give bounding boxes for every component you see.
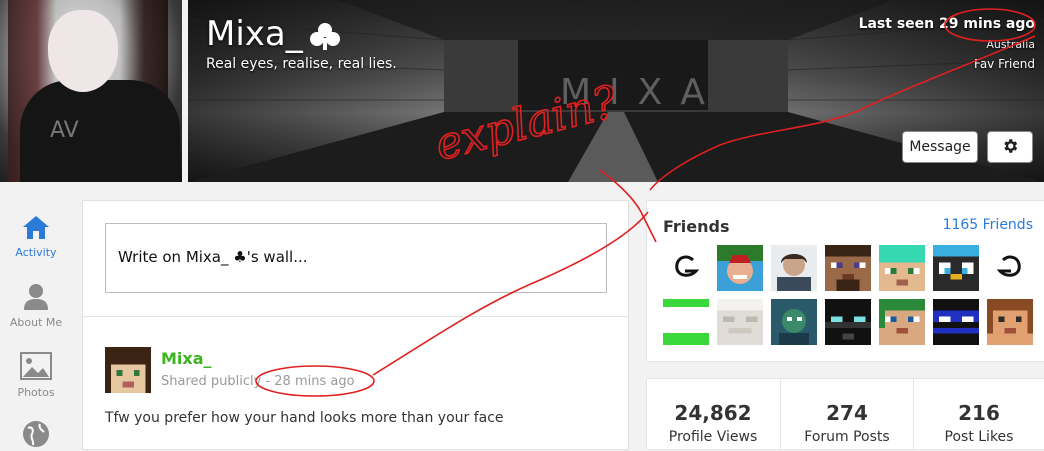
profile-avatar[interactable]: AV (0, 0, 182, 182)
avatar-shirt: AV (20, 80, 180, 182)
settings-button[interactable] (987, 131, 1033, 163)
cover-watermark: MIXA (560, 72, 723, 113)
profile-name: Mixa_ (206, 14, 341, 54)
image-icon (20, 352, 52, 380)
profile-tagline: Real eyes, realise, real lies. (206, 56, 397, 72)
friend-avatar[interactable] (825, 245, 871, 291)
friend-avatar[interactable] (717, 299, 763, 345)
globe-icon (23, 421, 49, 447)
feed-divider (83, 316, 628, 317)
stat-forum-posts: 274 Forum Posts (781, 379, 913, 449)
post-author-avatar[interactable] (105, 347, 151, 393)
nav-item-about-me[interactable]: About Me (0, 282, 72, 329)
friend-avatar[interactable] (771, 299, 817, 345)
stat-label: Profile Views (668, 429, 758, 445)
nav-label-activity: Activity (15, 246, 57, 259)
post-text: Tfw you prefer how your hand looks more … (105, 410, 504, 426)
friend-avatar[interactable] (825, 299, 871, 345)
friends-panel: Friends 1165 Friends (646, 200, 1044, 362)
post-author[interactable]: Mixa_ (161, 349, 212, 368)
friend-avatar[interactable] (933, 245, 979, 291)
left-nav: Activity About Me Photos (0, 200, 72, 448)
profile-name-text: Mixa_ (206, 14, 303, 54)
nav-item-photos[interactable]: Photos (0, 352, 72, 399)
friend-avatar[interactable] (663, 245, 709, 291)
profile-country: Australia (986, 38, 1035, 51)
friends-count-link[interactable]: 1165 Friends (943, 217, 1033, 233)
wall-placeholder: Write on Mixa_ ♣'s wall... (118, 248, 308, 266)
club-icon (309, 22, 340, 50)
profile-stats: 24,862 Profile Views 274 Forum Posts 216… (646, 378, 1044, 450)
shirt-text: AV (50, 118, 79, 143)
cover-banner: MIXA Mixa_ Real eyes, realise, real lies… (188, 0, 1044, 182)
stat-profile-views: 24,862 Profile Views (647, 379, 779, 449)
nav-item-activity[interactable]: Activity (0, 214, 72, 259)
nav-label-about-me: About Me (9, 316, 63, 329)
stat-post-likes: 216 Post Likes (913, 379, 1044, 449)
friends-title: Friends (663, 217, 730, 236)
person-icon (24, 284, 48, 310)
friend-avatar[interactable] (933, 299, 979, 345)
stat-label: Post Likes (944, 429, 1014, 445)
fav-friend-link[interactable]: Fav Friend (974, 57, 1035, 71)
nav-item-globe[interactable] (0, 420, 72, 451)
friend-avatar[interactable] (771, 245, 817, 291)
friend-avatar[interactable] (987, 299, 1033, 345)
activity-feed: Write on Mixa_ ♣'s wall... Mixa_ Shared … (82, 200, 629, 450)
message-button[interactable]: Message (902, 131, 978, 163)
nav-label-photos: Photos (17, 386, 55, 399)
stat-value: 274 (826, 401, 868, 425)
stat-value: 216 (958, 401, 1000, 425)
stat-value: 24,862 (674, 401, 752, 425)
friend-avatar[interactable] (663, 299, 709, 345)
wall-post-input[interactable]: Write on Mixa_ ♣'s wall... (105, 223, 607, 293)
post-meta: Shared publicly - 28 mins ago (161, 374, 355, 389)
friend-avatar[interactable] (879, 299, 925, 345)
friend-avatar[interactable] (879, 245, 925, 291)
friend-avatar[interactable] (987, 245, 1033, 291)
stat-label: Forum Posts (804, 429, 890, 445)
friend-avatar[interactable] (717, 245, 763, 291)
gear-icon (1004, 138, 1018, 153)
avatar-face (48, 10, 118, 92)
home-icon (23, 216, 49, 239)
last-seen: Last seen 29 mins ago (858, 16, 1035, 32)
